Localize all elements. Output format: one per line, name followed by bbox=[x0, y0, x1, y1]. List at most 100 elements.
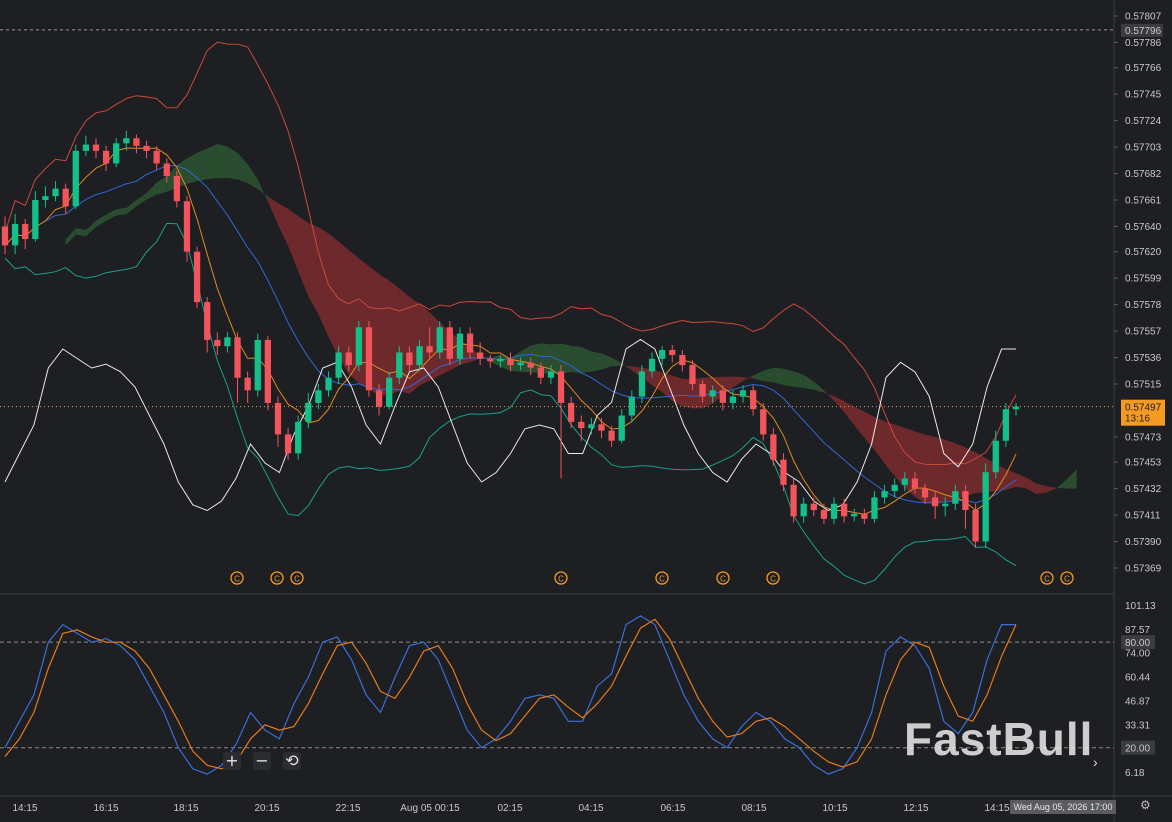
cloud-segment bbox=[581, 346, 592, 373]
event-marker-icon: C bbox=[1040, 571, 1054, 585]
candle bbox=[82, 135, 90, 156]
cloud-segment bbox=[793, 371, 804, 388]
candle-body bbox=[871, 497, 878, 519]
cloud-segment bbox=[116, 207, 127, 216]
candle bbox=[274, 396, 282, 448]
candle bbox=[113, 138, 120, 168]
candle-body bbox=[375, 390, 383, 407]
candle-body bbox=[608, 430, 615, 441]
candle-body bbox=[214, 339, 221, 347]
candle-body bbox=[1002, 409, 1010, 441]
cloud-segment bbox=[65, 228, 76, 246]
bollinger-upper-line bbox=[4, 41, 1017, 465]
cloud-segment bbox=[672, 375, 683, 407]
cloud-segment bbox=[197, 148, 208, 182]
price-axis-label: 0.57473 bbox=[1125, 432, 1162, 443]
candle-body bbox=[244, 377, 251, 391]
price-pane[interactable]: CCCCCCCCC bbox=[0, 0, 1172, 822]
candle-body bbox=[406, 352, 413, 366]
cloud-segment bbox=[864, 411, 875, 450]
cloud-segment bbox=[328, 233, 339, 358]
candle-body bbox=[800, 503, 807, 517]
candle-body bbox=[446, 327, 453, 359]
candle-body bbox=[689, 365, 696, 384]
event-marker-icon: C bbox=[766, 571, 780, 585]
time-axis-label: 20:15 bbox=[254, 803, 279, 814]
candle-body bbox=[295, 421, 302, 454]
candle-body bbox=[11, 223, 19, 246]
candle bbox=[881, 484, 888, 504]
candle bbox=[790, 478, 797, 523]
cloud-segment bbox=[237, 152, 248, 184]
candle-body bbox=[466, 333, 474, 353]
candle-body bbox=[679, 355, 686, 366]
cloud-segment bbox=[753, 370, 764, 382]
time-axis-label: Aug 05 00:15 bbox=[400, 803, 460, 814]
cloud-segment bbox=[379, 274, 390, 396]
cloud-segment bbox=[1046, 486, 1057, 493]
zoom-in-button[interactable]: + bbox=[223, 752, 241, 770]
cloud-segment bbox=[409, 296, 420, 394]
event-marker-glyph: C bbox=[234, 575, 240, 584]
event-marker-glyph: C bbox=[720, 575, 726, 584]
candle-body bbox=[669, 349, 676, 356]
candle-body bbox=[750, 390, 757, 410]
cloud-segment bbox=[1036, 483, 1047, 494]
candle bbox=[568, 396, 575, 429]
zoom-out-button[interactable]: − bbox=[253, 752, 271, 770]
candle bbox=[193, 246, 201, 309]
reset-zoom-button[interactable]: ⟲ bbox=[283, 752, 301, 770]
candle bbox=[254, 333, 261, 397]
candle-body bbox=[547, 371, 555, 378]
chevron-right-icon[interactable]: › bbox=[1093, 754, 1109, 770]
candle-body bbox=[133, 138, 140, 146]
event-marker-glyph: C bbox=[770, 575, 776, 584]
candle-body bbox=[153, 150, 160, 164]
gear-icon[interactable]: ⚙ bbox=[1140, 798, 1154, 812]
candle bbox=[264, 336, 271, 411]
cloud-segment bbox=[156, 175, 167, 195]
candle bbox=[92, 138, 100, 159]
candle-body bbox=[52, 188, 59, 197]
cloud-segment bbox=[136, 193, 147, 207]
candle bbox=[557, 365, 565, 479]
candle-body bbox=[557, 371, 565, 403]
stoch-axis-label: 74.00 bbox=[1125, 649, 1150, 660]
candle bbox=[669, 344, 676, 363]
candle bbox=[52, 181, 59, 202]
event-marker-icon: C bbox=[290, 571, 304, 585]
candle bbox=[234, 332, 241, 403]
chart-area[interactable]: CCCCCCCCC 0.578070.577860.577660.577450.… bbox=[0, 0, 1172, 822]
cloud-segment bbox=[773, 367, 784, 386]
stoch-level-tag-text: 80.00 bbox=[1125, 638, 1150, 649]
cloud-segment bbox=[207, 143, 218, 180]
candle bbox=[72, 144, 79, 209]
candle-body bbox=[123, 138, 130, 144]
cloud-segment bbox=[823, 390, 835, 401]
candle-body bbox=[588, 424, 595, 429]
stochastic-axis[interactable]: 101.13 87.57 80.0074.00 60.44 46.87 33.31 20.0… bbox=[1121, 601, 1156, 779]
candle-body bbox=[163, 163, 170, 177]
candle-body bbox=[234, 337, 241, 378]
cloud-segment bbox=[1056, 479, 1067, 489]
current-price-tag: 0.5749713:16 bbox=[1121, 399, 1165, 426]
cloud-segment bbox=[591, 351, 602, 372]
candle-body bbox=[284, 434, 292, 454]
candle-body bbox=[345, 352, 352, 366]
candle-body bbox=[396, 352, 403, 378]
candle-body bbox=[456, 333, 464, 359]
countdown-value: 13:16 bbox=[1125, 414, 1150, 425]
candle-body bbox=[102, 150, 110, 164]
price-axis[interactable]: 0.57807 0.57786 0.57766 0.57745 0.57724 0.577… bbox=[1114, 12, 1165, 575]
price-axis-label: 0.57682 bbox=[1125, 169, 1162, 180]
high-level-tag-text: 0.57796 bbox=[1125, 26, 1162, 37]
candle-body bbox=[355, 327, 362, 366]
time-axis[interactable]: 14:15 16:15 18:15 20:15 22:15 Aug 05 00:15 02:… bbox=[12, 803, 1009, 814]
candle-body bbox=[386, 377, 393, 407]
candle-body bbox=[931, 497, 939, 507]
candle bbox=[992, 430, 999, 479]
cloud-segment bbox=[267, 196, 278, 225]
cloud-segment bbox=[965, 447, 976, 497]
candle bbox=[800, 497, 807, 523]
candle-body bbox=[365, 327, 373, 391]
